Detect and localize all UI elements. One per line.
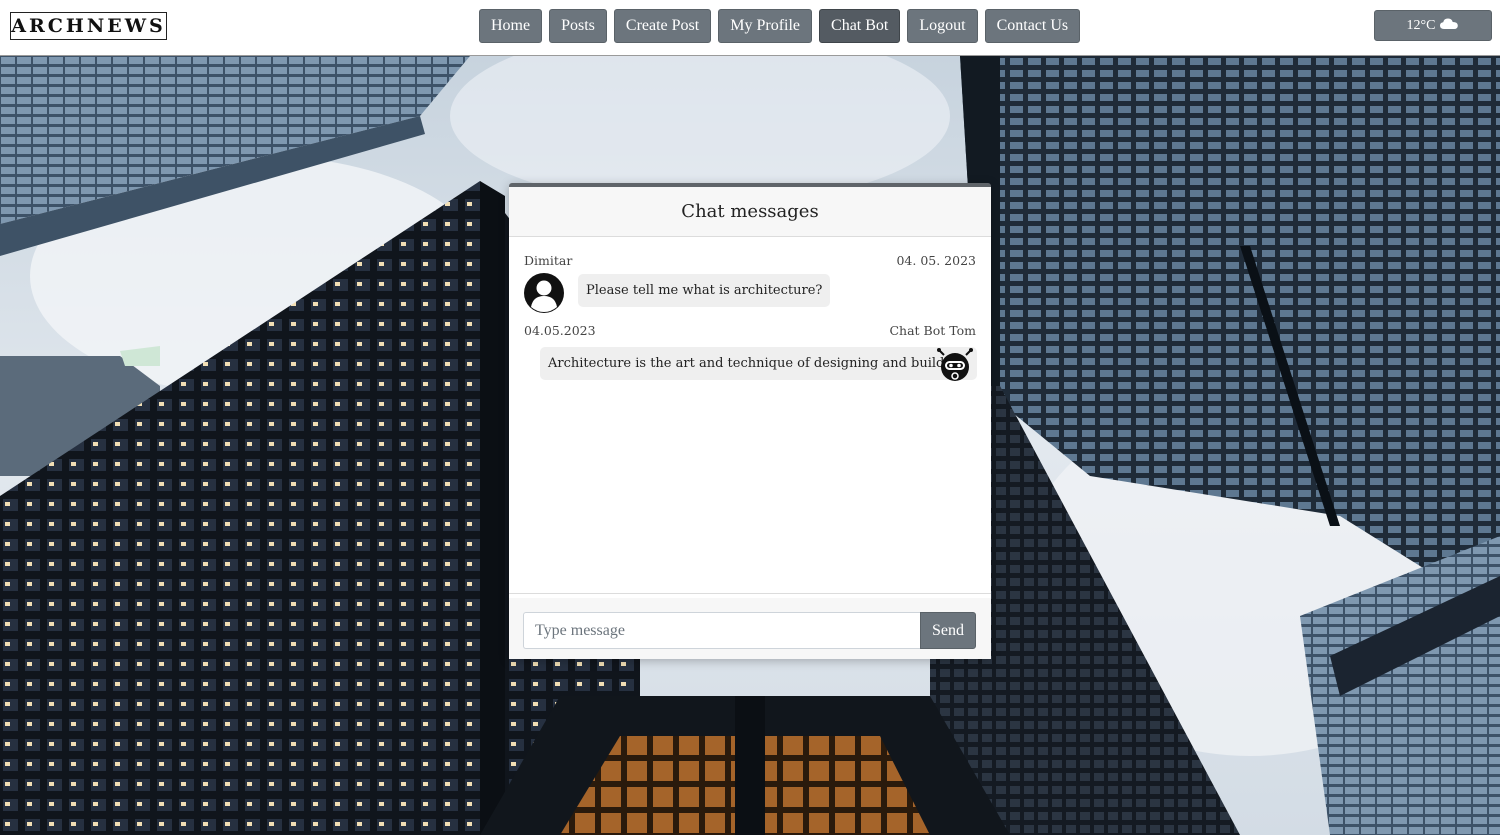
- nav-create-post-button[interactable]: Create Post: [613, 9, 712, 43]
- main-nav: Home Posts Create Post My Profile Chat B…: [479, 9, 1081, 43]
- nav-contact-us-button[interactable]: Contact Us: [984, 9, 1081, 43]
- weather-temperature: 12°C: [1406, 17, 1436, 33]
- cloud-icon: [1439, 17, 1459, 35]
- chat-composer: Send: [509, 598, 991, 659]
- message-author: Dimitar: [524, 253, 573, 268]
- nav-home-button[interactable]: Home: [479, 9, 543, 43]
- weather-widget[interactable]: 12°C: [1374, 10, 1492, 41]
- message-bubble: Please tell me what is architecture?: [578, 274, 831, 307]
- brand-logo[interactable]: ARCHNEWS: [10, 12, 167, 40]
- top-navbar: ARCHNEWS Home Posts Create Post My Profi…: [0, 0, 1500, 56]
- nav-my-profile-button[interactable]: My Profile: [718, 9, 813, 43]
- message-text: Architecture is the art and technique of…: [548, 356, 970, 371]
- message-bubble: Architecture is the art and technique of…: [540, 347, 978, 380]
- robot-avatar-icon: [936, 347, 974, 389]
- message-text: Please tell me what is architecture?: [586, 283, 823, 298]
- chat-title: Chat messages: [681, 201, 819, 222]
- chat-card: Chat messages Dimitar 04. 05. 2023 Pleas…: [509, 183, 991, 659]
- user-avatar-icon: [523, 273, 565, 317]
- nav-logout-button[interactable]: Logout: [907, 9, 978, 43]
- message-date: 04. 05. 2023: [896, 253, 976, 268]
- message-input[interactable]: [523, 612, 920, 649]
- message-author: Chat Bot Tom: [889, 323, 976, 338]
- nav-chat-bot-button[interactable]: Chat Bot: [819, 9, 901, 43]
- send-button[interactable]: Send: [920, 612, 976, 649]
- message-date: 04.05.2023: [524, 323, 596, 338]
- chat-card-header: Chat messages: [509, 187, 991, 237]
- nav-posts-button[interactable]: Posts: [549, 9, 607, 43]
- chat-messages-list: Dimitar 04. 05. 2023 Please tell me what…: [509, 237, 991, 594]
